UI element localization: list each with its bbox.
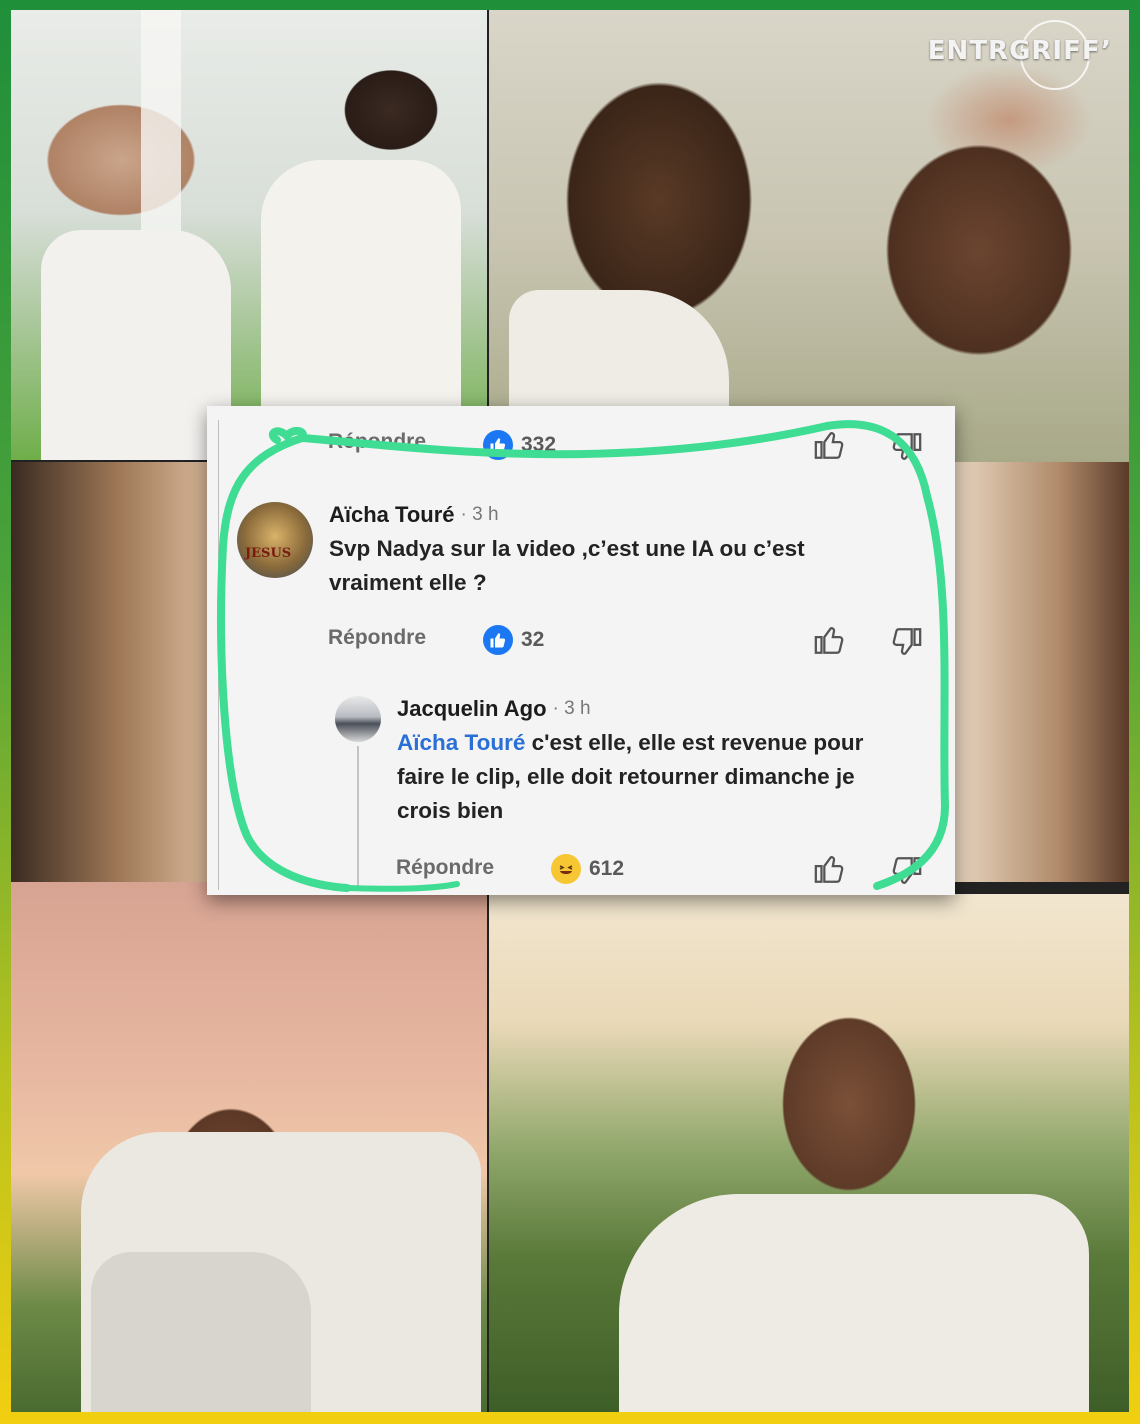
- comment-text-line2: vraiment elle ?: [329, 570, 487, 595]
- comment-author[interactable]: Aïcha Touré: [329, 502, 455, 528]
- photo-couple-praying: [11, 10, 487, 460]
- reply-text-line1: Aïcha Touré c'est elle, elle est revenue…: [397, 730, 864, 755]
- comment-reaction-summary[interactable]: 32: [483, 625, 544, 655]
- comment-text: Svp Nadya sur la video ,c’est une IA ou …: [329, 532, 929, 600]
- dislike-outline-icon[interactable]: [889, 854, 923, 888]
- like-outline-icon[interactable]: [813, 623, 847, 657]
- blurred-background-right: [955, 462, 1129, 882]
- reply-text: Aïcha Touré c'est elle, elle est revenue…: [397, 726, 942, 828]
- comment-header: Aïcha Touré · 3 h: [329, 502, 499, 528]
- comment-action-row: Répondre: [328, 626, 426, 650]
- reply-reply-button[interactable]: Répondre: [396, 856, 494, 880]
- photo-white-dress: [41, 230, 231, 460]
- reply-header: Jacquelin Ago · 3 h: [397, 696, 591, 722]
- like-icon: [483, 625, 513, 655]
- dislike-outline-icon[interactable]: [889, 430, 923, 464]
- reply-button[interactable]: Répondre: [328, 430, 426, 454]
- comment-time: · 3 h: [460, 504, 499, 525]
- photo-singer-sunset: [11, 882, 487, 1412]
- avatar-text: JESUS: [245, 546, 292, 561]
- comment-screenshot: Répondre 332 JESUS Aïcha Touré · 3 h Svp…: [207, 406, 955, 895]
- dislike-outline-icon[interactable]: [889, 625, 923, 659]
- photo-singer-dress-2: [619, 1194, 1089, 1412]
- reply-reaction-summary[interactable]: 612: [551, 854, 624, 884]
- thread-line: [218, 420, 219, 890]
- entrgriff-logo: ENTRGRIFF’: [927, 36, 1112, 66]
- reply-thread-line: [357, 746, 359, 886]
- reply-text-line3: crois bien: [397, 798, 504, 823]
- reply-text-line2: faire le clip, elle doit retourner diman…: [397, 764, 855, 789]
- haha-icon: [551, 854, 581, 884]
- comment-reply-button[interactable]: Répondre: [328, 626, 426, 650]
- reply-mention[interactable]: Aïcha Touré: [397, 730, 525, 755]
- avatar-aicha[interactable]: JESUS: [237, 502, 313, 578]
- avatar-jacquelin[interactable]: [335, 696, 381, 742]
- top-action-row: Répondre: [328, 430, 426, 454]
- like-icon: [483, 430, 513, 460]
- comment-reaction-count: 32: [521, 628, 545, 651]
- reply-reaction-count: 612: [589, 857, 625, 880]
- reply-time: · 3 h: [552, 698, 591, 719]
- like-outline-icon[interactable]: [813, 852, 847, 886]
- reply-author[interactable]: Jacquelin Ago: [397, 696, 547, 722]
- reply-action-row: Répondre: [396, 856, 494, 880]
- top-reaction-summary[interactable]: 332: [483, 430, 556, 460]
- photo-singer-bodice: [91, 1252, 311, 1412]
- reaction-count: 332: [521, 433, 557, 456]
- photo-singer-field: [489, 894, 1129, 1412]
- blurred-background-left: [11, 462, 211, 882]
- comment-text-line1: Svp Nadya sur la video ,c’est une IA ou …: [329, 536, 805, 561]
- like-outline-icon[interactable]: [813, 428, 847, 462]
